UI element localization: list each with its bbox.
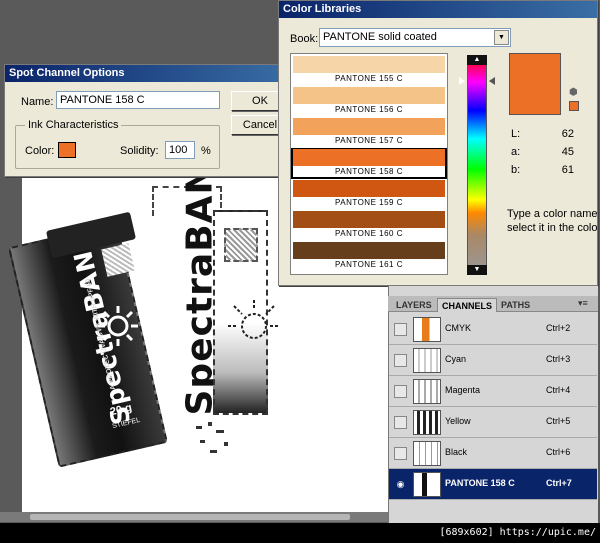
ink-characteristics-label: Ink Characteristics <box>25 119 122 131</box>
eye-icon[interactable] <box>394 385 407 398</box>
hint-line-1: Type a color name <box>507 208 598 220</box>
channel-name: Magenta <box>445 385 481 395</box>
swatch-item[interactable]: PANTONE 156 C <box>291 86 447 117</box>
channel-thumbnail <box>413 472 441 497</box>
slider-up-icon[interactable]: ▲ <box>467 55 487 65</box>
name-label: Name: <box>21 96 54 108</box>
gamut-swatch[interactable] <box>569 101 579 111</box>
channel-shortcut: Ctrl+4 <box>546 385 571 395</box>
channel-thumbnail <box>413 441 441 466</box>
spot-channel-dialog: Spot Channel Options Name: PANTONE 158 C… <box>4 64 294 177</box>
document-scrollbar-thumb[interactable] <box>30 514 350 520</box>
channel-row[interactable]: Black Ctrl+6 <box>389 438 597 469</box>
tab-layers[interactable]: LAYERS <box>392 298 436 312</box>
eye-icon[interactable]: ◉ <box>394 478 407 491</box>
channel-shortcut: Ctrl+2 <box>546 323 571 333</box>
swatch-list[interactable]: PANTONE 155 C PANTONE 156 C PANTONE 157 C P… <box>290 53 448 275</box>
book-select[interactable]: PANTONE solid coated ▼ <box>319 28 511 47</box>
color-label: Color: <box>25 145 55 157</box>
chevron-down-icon[interactable]: ▼ <box>494 30 509 45</box>
swatch-color <box>293 118 445 135</box>
artwork-selection-fragments <box>196 422 228 453</box>
eye-icon[interactable] <box>394 416 407 429</box>
eye-icon[interactable] <box>394 447 407 460</box>
name-field[interactable]: PANTONE 158 C <box>56 91 220 109</box>
solidity-label: Solidity: <box>120 145 159 157</box>
swatch-color <box>293 211 445 228</box>
color-swatch[interactable] <box>58 142 76 158</box>
swatch-item[interactable]: PANTONE 158 C <box>291 148 447 179</box>
channel-shortcut: Ctrl+7 <box>546 478 572 488</box>
status-text: [689x602] https://upic.me/ <box>439 527 596 538</box>
eye-icon[interactable] <box>394 354 407 367</box>
tab-paths[interactable]: PATHS <box>497 298 534 312</box>
solidity-field[interactable]: 100 <box>165 141 195 159</box>
channel-row[interactable]: Yellow Ctrl+5 <box>389 407 597 438</box>
swatch-color <box>293 87 445 104</box>
hue-slider[interactable] <box>467 55 487 275</box>
hint-line-2: select it in the colo <box>507 222 598 234</box>
spot-dialog-title: Spot Channel Options <box>5 65 293 82</box>
channel-row[interactable]: ◉ PANTONE 158 C Ctrl+7 <box>389 469 597 500</box>
lab-l-label: L: <box>511 128 521 140</box>
channel-row[interactable]: Cyan Ctrl+3 <box>389 345 597 376</box>
swatch-color <box>293 56 445 73</box>
swatch-color <box>293 242 445 259</box>
lab-b-label: b: <box>511 164 521 176</box>
book-select-value: PANTONE solid coated <box>323 31 437 43</box>
book-label: Book: <box>290 33 319 45</box>
swatch-label: PANTONE 160 C <box>334 229 403 238</box>
status-bar: [689x602] https://upic.me/ <box>0 523 600 543</box>
swatch-label: PANTONE 161 C <box>334 260 403 269</box>
swatch-item[interactable]: PANTONE 161 C <box>291 241 447 272</box>
channel-thumbnail <box>413 410 441 435</box>
channel-name: PANTONE 158 C <box>445 478 515 488</box>
channel-name: Black <box>445 447 468 457</box>
document-scrollbar[interactable] <box>0 512 390 522</box>
lab-a-label: a: <box>511 146 521 158</box>
cube-icon[interactable]: ⬢ <box>569 87 579 98</box>
swatch-item[interactable]: PANTONE 160 C <box>291 210 447 241</box>
swatch-item[interactable]: PANTONE 159 C <box>291 179 447 210</box>
slider-pointer-left-icon[interactable] <box>459 77 465 85</box>
lab-a-value: 45 <box>561 146 574 158</box>
channel-shortcut: Ctrl+5 <box>546 416 571 426</box>
eye-icon[interactable] <box>394 323 407 336</box>
swatch-item[interactable]: PANTONE 155 C <box>291 55 447 86</box>
lab-b-value: 61 <box>561 164 574 176</box>
hint-text: Type a color name select it in the colo <box>507 207 600 235</box>
channel-shortcut: Ctrl+6 <box>546 447 571 457</box>
artwork-label-pattern <box>224 228 258 262</box>
swatch-color <box>293 149 445 166</box>
swatch-label: PANTONE 156 C <box>334 105 403 114</box>
channel-name: Yellow <box>445 416 471 426</box>
channel-thumbnail <box>413 348 441 373</box>
channel-name: Cyan <box>445 354 467 364</box>
solidity-unit: % <box>201 145 211 157</box>
swatch-color <box>293 180 445 197</box>
slider-pointer-right-icon[interactable] <box>489 77 495 85</box>
channel-thumbnail <box>413 317 441 342</box>
swatch-label: PANTONE 159 C <box>334 198 403 207</box>
panel-menu-icon[interactable]: ▾≡ <box>578 298 588 309</box>
slider-down-icon[interactable]: ▼ <box>467 265 487 275</box>
color-libraries-title: Color Libraries <box>279 1 597 18</box>
channel-thumbnail <box>413 379 441 404</box>
sun-icon <box>98 306 138 346</box>
swatch-label: PANTONE 157 C <box>334 136 403 145</box>
lab-l-value: 62 <box>561 128 574 140</box>
swatch-label: PANTONE 155 C <box>334 74 403 83</box>
sun-outline-icon <box>228 300 280 339</box>
tab-channels[interactable]: CHANNELS <box>437 298 498 312</box>
channel-shortcut: Ctrl+3 <box>546 354 571 364</box>
channel-name: CMYK <box>445 323 472 333</box>
color-preview <box>509 53 561 115</box>
color-libraries-dialog: Color Libraries Book: PANTONE solid coat… <box>278 0 598 286</box>
channel-row[interactable]: Magenta Ctrl+4 <box>389 376 597 407</box>
swatch-item[interactable]: PANTONE 157 C <box>291 117 447 148</box>
swatch-label: PANTONE 158 C <box>334 167 403 176</box>
channel-row[interactable]: CMYK Ctrl+2 <box>389 314 597 345</box>
